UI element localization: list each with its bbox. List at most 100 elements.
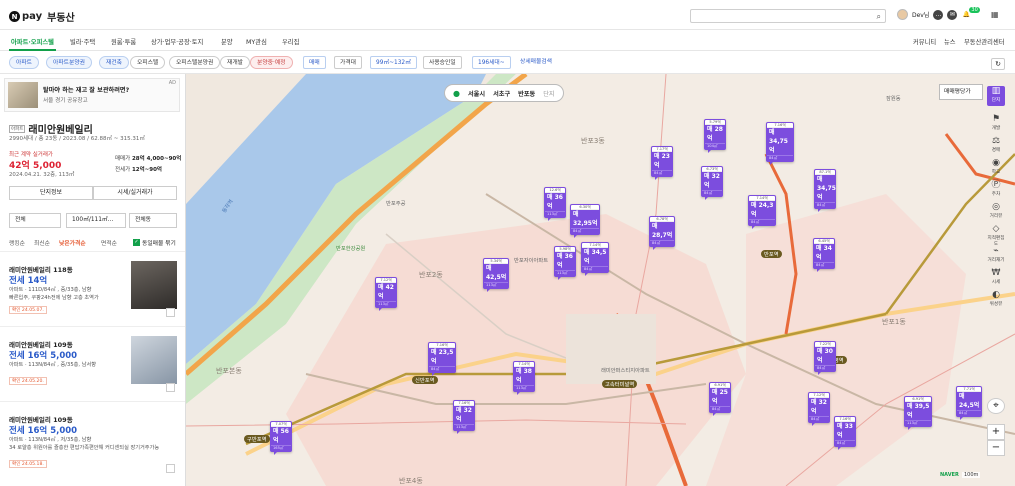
avatar[interactable] — [897, 9, 908, 20]
tab-commercial[interactable]: 상가·업무·공장·토지 — [151, 37, 203, 46]
price-pin[interactable]: 7.12억 매 42억 113㎡ — [375, 277, 397, 311]
location-dong[interactable]: 반포동 — [518, 89, 535, 98]
tab-villa-house[interactable]: 빌라·주택 — [70, 37, 95, 46]
station-label[interactable]: 고속터미널역 — [602, 380, 638, 388]
sort-latest[interactable]: 최신순 — [34, 238, 50, 247]
compare-checkbox[interactable] — [166, 464, 175, 473]
chip-officetel[interactable]: 오피스텔 — [130, 56, 166, 69]
nav-news[interactable]: 뉴스 — [944, 37, 956, 46]
price-pin[interactable]: 7.17억 매 23억 84㎡ — [651, 146, 673, 180]
price-pin[interactable]: 7.12억 매 32억 84㎡ — [808, 392, 830, 426]
price-pin[interactable]: 7.14억 매 38억 113㎡ — [513, 361, 535, 395]
dropdown-households[interactable]: 196세대~ — [472, 56, 511, 69]
price-pin[interactable]: 7.16억 매 34,75억 84㎡ — [766, 122, 794, 165]
tool-market-price[interactable]: ₩ 시세 — [987, 268, 1005, 288]
search-input[interactable]: ⌕ — [690, 9, 886, 23]
tool-development[interactable]: ⚑ 개발 — [987, 114, 1005, 134]
listing-card[interactable]: 래미안원베일리 109동 전세 16억 5,000 아파트 · 113N/84㎡… — [0, 326, 185, 401]
ad-banner[interactable]: 탈마야 하는 재고 잘 보관하려면? 서울 경기 공유창고 AD — [4, 78, 180, 112]
compare-checkbox[interactable] — [166, 383, 175, 392]
listing-name: 래미안원베일리 109동 — [9, 416, 73, 424]
price-pin[interactable]: 6.30억 매 32,95억 84㎡ — [570, 204, 600, 238]
price-pin[interactable]: 7.16억 매 33억 84㎡ — [834, 416, 856, 450]
price-pin[interactable]: 7.14억 매 24,3억 84㎡ — [748, 195, 776, 229]
tool-cadastral[interactable]: ◇ 지적편집도 — [987, 224, 1005, 247]
compare-checkbox[interactable] — [166, 308, 175, 317]
building-select[interactable]: 전체동 — [129, 213, 177, 228]
chat-icon[interactable]: … — [933, 9, 944, 20]
dropdown-price-range[interactable]: 가격대 — [334, 56, 362, 69]
naver-pay-real-estate-logo[interactable]: N pay 부동산 — [9, 9, 75, 24]
sort-area[interactable]: 면적순 — [101, 238, 117, 247]
map-area[interactable]: ● 서울시 서초구 반포동 단지 매매평당가 반포3동 반포2동 반포1동 반포… — [186, 74, 1015, 486]
listing-photo[interactable] — [131, 261, 177, 309]
dropdown-area[interactable]: 99㎡~132㎡ — [370, 56, 417, 69]
zoom-out-button[interactable]: − — [987, 440, 1005, 456]
trade-select[interactable]: 전체 — [9, 213, 61, 228]
detail-search-link[interactable]: 상세매물검색 — [515, 56, 557, 69]
price-pin[interactable]: 6.91억 매 25억 84㎡ — [709, 382, 731, 416]
chip-redevelopment[interactable]: 재개발 — [220, 56, 250, 69]
current-location-icon[interactable]: ⌖ — [987, 398, 1005, 414]
location-type[interactable]: 단지 — [543, 89, 554, 98]
dropdown-trade-type[interactable]: 매매 — [303, 56, 326, 69]
price-pin[interactable]: 5.98억 매 36억 113㎡ — [554, 246, 576, 280]
tool-auction[interactable]: ⚖ 경매 — [987, 136, 1005, 156]
sort-low-price[interactable]: 낮은가격순 — [59, 238, 86, 247]
zoom-in-button[interactable]: + — [987, 424, 1005, 440]
mail-icon[interactable]: ✉ — [947, 9, 958, 20]
price-pin[interactable]: 7.16억 매 23,5억 84㎡ — [428, 342, 456, 376]
price-pin[interactable]: 6.45억 매 34억 84㎡ — [813, 238, 835, 272]
checkbox-checked-icon[interactable]: ✓ — [133, 239, 140, 246]
tool-parking[interactable]: Ⓟ 주차 — [987, 180, 1005, 200]
tool-satellite[interactable]: ◐ 위성뷰 — [987, 290, 1005, 310]
tool-complex[interactable]: ▥ 단지 — [987, 86, 1005, 106]
chip-apartment-presale-right[interactable]: 아파트분양권 — [46, 56, 92, 69]
price-pin[interactable]: 7.71억 매 24,5억 84㎡ — [956, 386, 982, 420]
tool-school[interactable]: ◉ 학교 — [987, 158, 1005, 178]
price-pin[interactable]: 5.34억 매 42,5억 113㎡ — [483, 258, 509, 292]
dropdown-approval-date[interactable]: 사용승인일 — [423, 56, 462, 69]
price-pin[interactable]: 5.79억 매 28억 104㎡ — [704, 119, 726, 153]
listing-photo[interactable] — [131, 336, 177, 384]
location-city[interactable]: 서울시 — [468, 89, 485, 98]
station-label[interactable]: 구반포역 — [244, 435, 270, 443]
user-name[interactable]: Dev님 — [912, 10, 929, 19]
complex-info-button[interactable]: 단지정보 — [9, 186, 93, 200]
chip-officetel-presale-right[interactable]: 오피스텔분양권 — [169, 56, 221, 69]
tool-streetview[interactable]: ◎ 거리뷰 — [987, 202, 1005, 222]
price-pin[interactable]: 7.16억 매 32억 113㎡ — [453, 400, 475, 434]
refresh-icon[interactable]: ↻ — [991, 58, 1005, 70]
chip-apartment[interactable]: 아파트 — [9, 56, 39, 69]
nav-community[interactable]: 커뮤니티 — [913, 37, 936, 46]
tab-my-interest[interactable]: MY관심 — [246, 37, 267, 46]
price-history-button[interactable]: 시세/실거래가 — [93, 186, 177, 200]
tab-oneroom[interactable]: 원룸·투룸 — [111, 37, 136, 46]
price-pin[interactable]: 12.6억 매 36억 113㎡ — [544, 187, 566, 221]
tab-my-home[interactable]: 우리집 — [282, 37, 299, 46]
station-label[interactable]: 반포역 — [761, 250, 782, 258]
nav-agent-center[interactable]: 부동산관리센터 — [964, 37, 1005, 46]
price-pin[interactable]: 6.73억 매 32억 84㎡ — [701, 166, 723, 200]
tab-apartment-officetel[interactable]: 아파트·오피스텔 — [11, 37, 54, 46]
price-pin[interactable]: 7.14억 매 34,5억 84㎡ — [581, 242, 609, 276]
search-icon[interactable]: ⌕ — [877, 12, 881, 22]
map-type-select[interactable]: 매매평당가 — [939, 84, 983, 100]
area-select[interactable]: 100㎡/111㎡... — [66, 213, 126, 228]
listing-card[interactable]: 래미안원베일리 118동 전세 14억 아파트 · 111D/84㎡ , 중/3… — [0, 251, 185, 326]
tab-presale[interactable]: 분양 — [221, 37, 233, 46]
price-pin[interactable]: 87.1억 매 34,75억 84㎡ — [814, 169, 836, 212]
price-pin[interactable]: 6.78억 매 28,7억 84㎡ — [649, 216, 675, 250]
tool-measure[interactable]: ⌁ 거리재기 — [987, 246, 1005, 266]
apps-grid-icon[interactable]: ▦ — [989, 9, 1000, 20]
group-same-listings[interactable]: ✓ 동일매물 묶기 — [133, 238, 176, 247]
chip-presale-upcoming[interactable]: 분양중·예정 — [250, 56, 293, 69]
price-pin[interactable]: 7.07억 매 56억 165㎡ — [270, 421, 292, 455]
chip-reconstruction[interactable]: 재건축 — [99, 56, 129, 69]
sort-ranking[interactable]: 랭킹순 — [9, 238, 25, 247]
listing-card[interactable]: 래미안원베일리 109동 전세 16억 5,000 아파트 · 113N/84㎡… — [0, 401, 185, 476]
location-gu[interactable]: 서초구 — [493, 89, 510, 98]
price-pin[interactable]: 6.91억 매 39,5억 113㎡ — [904, 396, 932, 430]
price-pin[interactable]: 7.22억 매 30억 84㎡ — [814, 341, 836, 375]
station-label[interactable]: 신반포역 — [412, 376, 438, 384]
